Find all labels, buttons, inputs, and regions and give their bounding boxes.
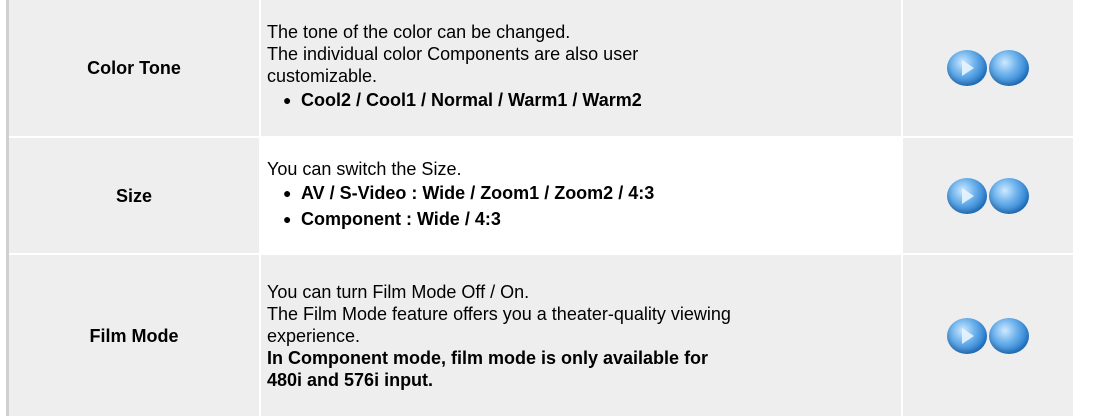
row-controls bbox=[903, 138, 1075, 255]
row-description: The tone of the color can be changed. Th… bbox=[261, 0, 903, 138]
play-icon[interactable] bbox=[947, 317, 987, 354]
play-icon[interactable] bbox=[947, 177, 987, 214]
page: Color Tone The tone of the color can be … bbox=[0, 0, 1093, 416]
row-description: You can switch the Size. AV / S-Video : … bbox=[261, 138, 903, 255]
description-line: The individual color Components are also… bbox=[267, 44, 639, 86]
description-line: You can turn Film Mode Off / On. bbox=[267, 281, 530, 302]
sphere-icon[interactable] bbox=[989, 317, 1029, 354]
row-label: Film Mode bbox=[9, 255, 261, 416]
row-label: Size bbox=[9, 138, 261, 255]
description-note: In Component mode, film mode is only ava… bbox=[267, 347, 709, 390]
row-controls bbox=[903, 255, 1075, 416]
table-row: Film Mode You can turn Film Mode Off / O… bbox=[9, 255, 1075, 416]
description-line: You can switch the Size. bbox=[267, 158, 462, 179]
sphere-icon[interactable] bbox=[989, 50, 1029, 86]
row-controls bbox=[903, 0, 1075, 138]
option-item: AV / S-Video : Wide / Zoom1 / Zoom2 / 4:… bbox=[283, 182, 901, 204]
row-description: You can turn Film Mode Off / On. The Fil… bbox=[261, 255, 903, 416]
description-line: The tone of the color can be changed. bbox=[267, 22, 571, 42]
settings-table: Color Tone The tone of the color can be … bbox=[9, 0, 1075, 416]
option-item: Cool2 / Cool1 / Normal / Warm1 / Warm2 bbox=[283, 89, 901, 111]
play-icon[interactable] bbox=[947, 50, 987, 86]
table-row: Size You can switch the Size. AV / S-Vid… bbox=[9, 138, 1075, 255]
table-row: Color Tone The tone of the color can be … bbox=[9, 0, 1075, 138]
option-item: Component : Wide / 4:3 bbox=[283, 208, 901, 230]
sphere-icon[interactable] bbox=[989, 177, 1029, 214]
row-label: Color Tone bbox=[9, 0, 261, 138]
description-line: The Film Mode feature offers you a theat… bbox=[267, 303, 731, 346]
option-list: Cool2 / Cool1 / Normal / Warm1 / Warm2 bbox=[267, 89, 901, 111]
option-list: AV / S-Video : Wide / Zoom1 / Zoom2 / 4:… bbox=[267, 182, 901, 230]
